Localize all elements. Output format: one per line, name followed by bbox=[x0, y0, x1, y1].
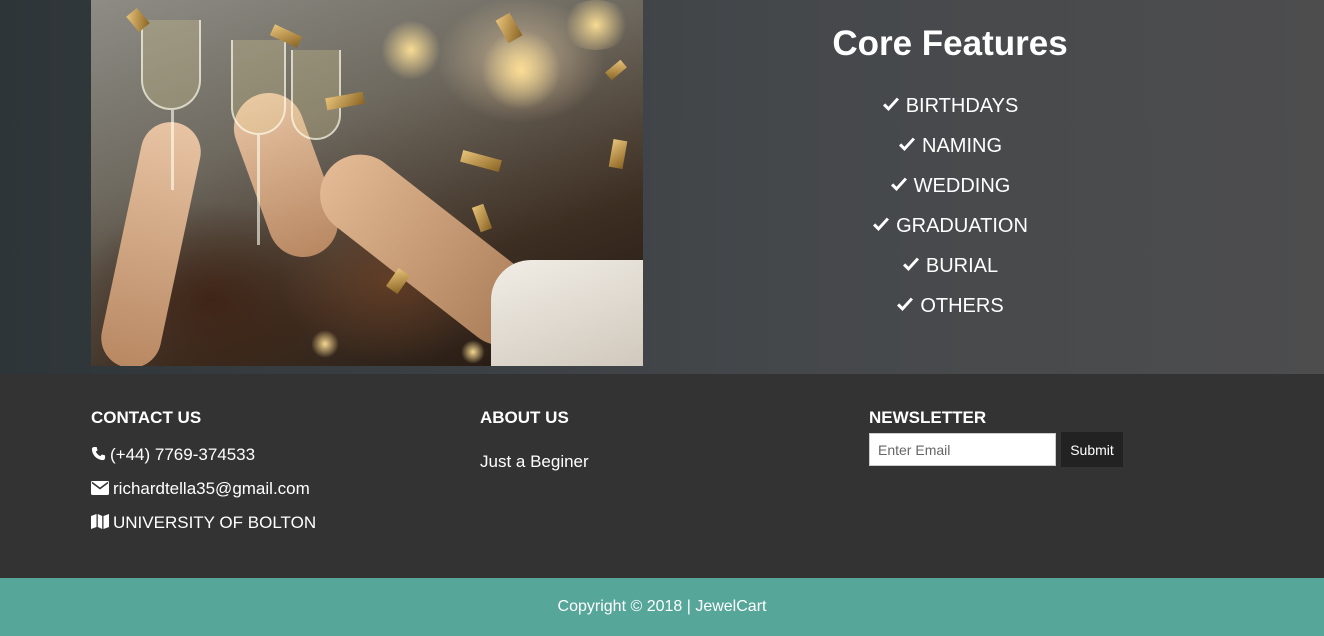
about-section: ABOUT US Just a Beginer bbox=[480, 408, 589, 472]
glass-stem bbox=[257, 135, 260, 245]
white-sleeve bbox=[491, 260, 643, 366]
confetti bbox=[460, 150, 502, 172]
champagne-glass bbox=[141, 20, 201, 110]
check-icon bbox=[902, 257, 919, 271]
about-text: Just a Beginer bbox=[480, 452, 589, 471]
feature-label: WEDDING bbox=[913, 175, 1011, 197]
feature-item: GRADUATION bbox=[700, 206, 1200, 246]
about-heading: ABOUT US bbox=[480, 408, 569, 427]
confetti bbox=[605, 59, 627, 81]
feature-item: NAMING bbox=[700, 126, 1200, 166]
check-icon bbox=[899, 137, 915, 151]
submit-button[interactable]: Submit bbox=[1061, 432, 1123, 467]
email-text: richardtella35@gmail.com bbox=[113, 479, 310, 498]
check-icon bbox=[897, 297, 914, 311]
feature-label: GRADUATION bbox=[896, 215, 1028, 237]
feature-label: NAMING bbox=[922, 135, 1002, 157]
newsletter-form: Submit bbox=[869, 432, 1123, 467]
features-list: BIRTHDAYS NAMING WEDDING GRADUATION BURI… bbox=[700, 86, 1200, 326]
feature-item: OTHERS bbox=[700, 286, 1200, 326]
map-icon bbox=[91, 514, 109, 529]
champagne-glass bbox=[291, 50, 341, 140]
bokeh-light bbox=[461, 340, 485, 364]
bokeh-light bbox=[481, 30, 561, 110]
confetti bbox=[471, 203, 493, 233]
bokeh-light bbox=[311, 330, 339, 358]
check-icon bbox=[882, 97, 899, 111]
confetti bbox=[608, 138, 628, 170]
features-title: Core Features bbox=[832, 24, 1068, 63]
copyright-bar: Copyright © 2018 | JewelCart bbox=[0, 578, 1324, 636]
feature-label: OTHERS bbox=[920, 295, 1004, 317]
newsletter-heading: NEWSLETTER bbox=[869, 408, 987, 427]
feature-item: BURIAL bbox=[700, 246, 1200, 286]
feature-label: BURIAL bbox=[925, 255, 999, 277]
phone-text: (+44) 7769-374533 bbox=[110, 445, 256, 464]
phone-icon bbox=[91, 446, 106, 461]
check-icon bbox=[873, 217, 890, 231]
contact-phone: (+44) 7769-374533 bbox=[91, 438, 316, 472]
bokeh-light bbox=[561, 0, 631, 50]
champagne-glass bbox=[231, 40, 286, 135]
contact-heading: CONTACT US bbox=[91, 408, 202, 427]
raised-arm bbox=[95, 116, 207, 366]
email-input[interactable] bbox=[869, 433, 1056, 466]
core-features: Core Features BIRTHDAYS NAMING WEDDING G… bbox=[700, 0, 1200, 366]
bokeh-light bbox=[381, 20, 441, 80]
feature-item: WEDDING bbox=[700, 166, 1200, 206]
check-icon bbox=[890, 177, 907, 191]
contact-address: UNIVERSITY OF BOLTON bbox=[91, 506, 316, 540]
envelope-icon bbox=[91, 481, 109, 495]
hero-section: Core Features BIRTHDAYS NAMING WEDDING G… bbox=[0, 0, 1324, 374]
feature-item: BIRTHDAYS bbox=[700, 86, 1200, 126]
address-text: UNIVERSITY OF BOLTON bbox=[113, 513, 317, 532]
glass-stem bbox=[171, 110, 174, 190]
contact-email: richardtella35@gmail.com bbox=[91, 472, 316, 506]
newsletter-section: NEWSLETTER Submit bbox=[869, 408, 1123, 467]
contact-section: CONTACT US (+44) 7769-374533 richardtell… bbox=[91, 408, 316, 540]
footer: CONTACT US (+44) 7769-374533 richardtell… bbox=[0, 374, 1324, 578]
feature-label: BIRTHDAYS bbox=[905, 95, 1019, 117]
copyright-text: Copyright © 2018 | JewelCart bbox=[557, 598, 767, 615]
celebration-photo bbox=[91, 0, 643, 366]
